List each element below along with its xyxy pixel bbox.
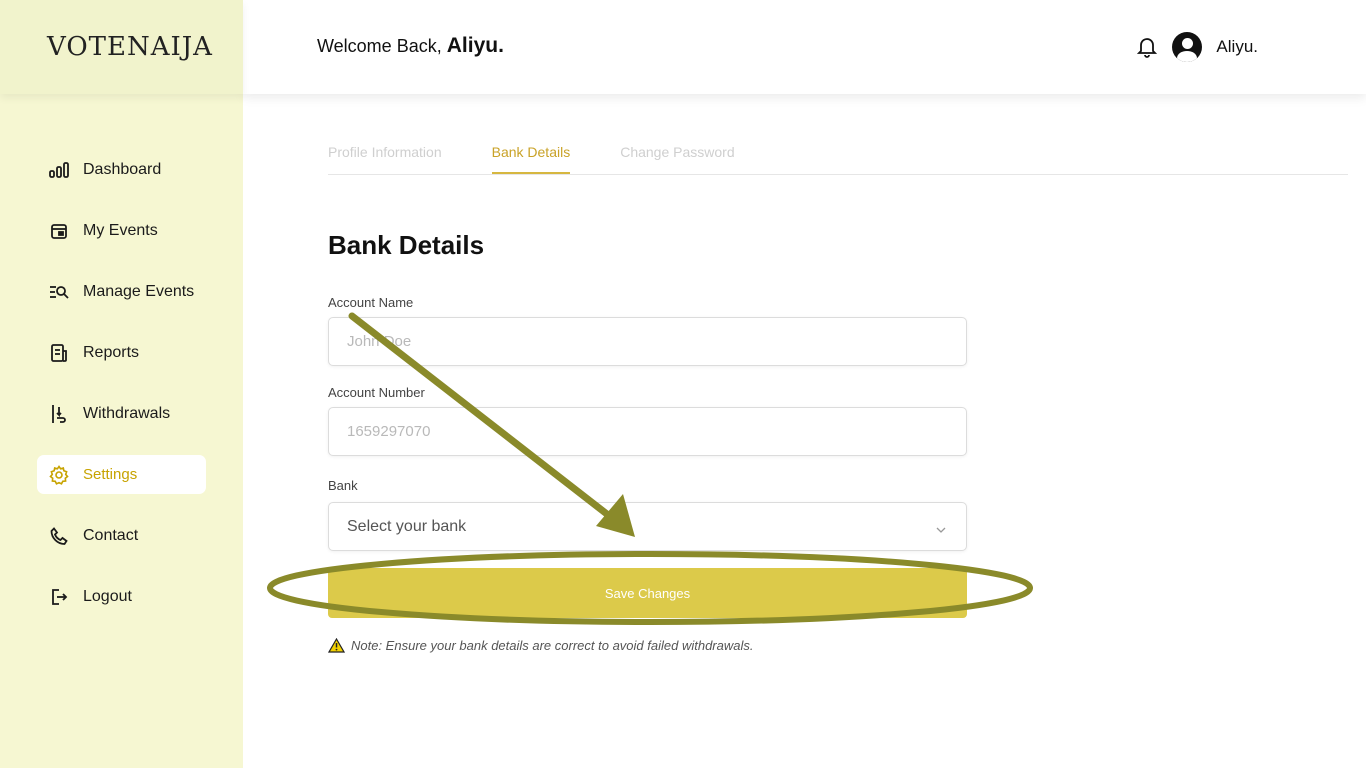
account-number-field[interactable] [328, 407, 967, 456]
tab-profile-information[interactable]: Profile Information [328, 130, 442, 174]
phone-icon [49, 526, 69, 546]
account-number-label: Account Number [328, 385, 425, 400]
sidebar-item-label: Logout [83, 587, 132, 605]
user-avatar-icon[interactable] [1172, 32, 1203, 62]
logo-area: VOTENAIJA [0, 0, 243, 94]
note-text: Note: Ensure your bank details are corre… [351, 638, 754, 653]
sidebar-item-label: Withdrawals [83, 404, 171, 422]
sidebar-item-settings[interactable]: Settings [37, 455, 206, 494]
bell-icon[interactable] [1136, 36, 1158, 58]
bank-select[interactable]: Select your bank [328, 502, 967, 551]
sidebar-item-label: Manage Events [83, 282, 195, 300]
header-user-area: Aliyu. [1136, 32, 1258, 62]
welcome-message: Welcome Back, Aliyu. [317, 34, 504, 58]
header-user-name[interactable]: Aliyu. [1216, 37, 1258, 57]
bar-chart-icon [49, 160, 69, 180]
brand-name: VOTENAIJA [47, 32, 213, 62]
sidebar-item-logout[interactable]: Logout [37, 577, 206, 616]
document-icon [49, 343, 69, 363]
sidebar-item-manage-events[interactable]: Manage Events [37, 272, 206, 311]
gear-icon [49, 464, 69, 485]
sidebar-item-my-events[interactable]: My Events [37, 211, 206, 250]
withdraw-icon [49, 404, 69, 424]
sidebar-nav: Dashboard My Events Manage Events Report… [37, 150, 206, 638]
sidebar-item-label: My Events [83, 221, 158, 239]
sidebar-item-label: Reports [83, 343, 140, 361]
welcome-name: Aliyu. [446, 34, 504, 57]
brand-logo[interactable]: VOTENAIJA [47, 32, 213, 62]
sidebar-item-withdrawals[interactable]: Withdrawals [37, 394, 206, 433]
sidebar-item-dashboard[interactable]: Dashboard [37, 150, 206, 189]
top-header: Welcome Back, Aliyu. Aliyu. [243, 0, 1366, 94]
chevron-down-icon [936, 521, 946, 539]
sidebar-item-label: Contact [83, 526, 139, 544]
bank-select-value: Select your bank [347, 517, 467, 535]
page-title: Bank Details [328, 230, 485, 260]
account-name-label: Account Name [328, 295, 414, 310]
save-changes-button[interactable]: Save Changes [328, 568, 967, 618]
sidebar-item-reports[interactable]: Reports [37, 333, 206, 372]
tab-change-password[interactable]: Change Password [620, 130, 734, 174]
logout-icon [49, 587, 69, 607]
sidebar: VOTENAIJA Dashboard My Events Manage Eve… [0, 0, 243, 768]
warning-icon [328, 638, 345, 653]
welcome-prefix: Welcome Back, [317, 36, 442, 56]
list-search-icon [49, 282, 69, 302]
sidebar-item-label: Dashboard [83, 160, 162, 178]
account-name-field[interactable] [328, 317, 967, 366]
sidebar-item-label: Settings [83, 466, 138, 483]
calendar-icon [49, 221, 69, 241]
settings-tabs: Profile Information Bank Details Change … [328, 130, 1348, 175]
tab-bank-details[interactable]: Bank Details [491, 130, 571, 174]
bank-label: Bank [328, 478, 358, 493]
sidebar-item-contact[interactable]: Contact [37, 516, 206, 555]
bank-note: Note: Ensure your bank details are corre… [328, 638, 753, 653]
